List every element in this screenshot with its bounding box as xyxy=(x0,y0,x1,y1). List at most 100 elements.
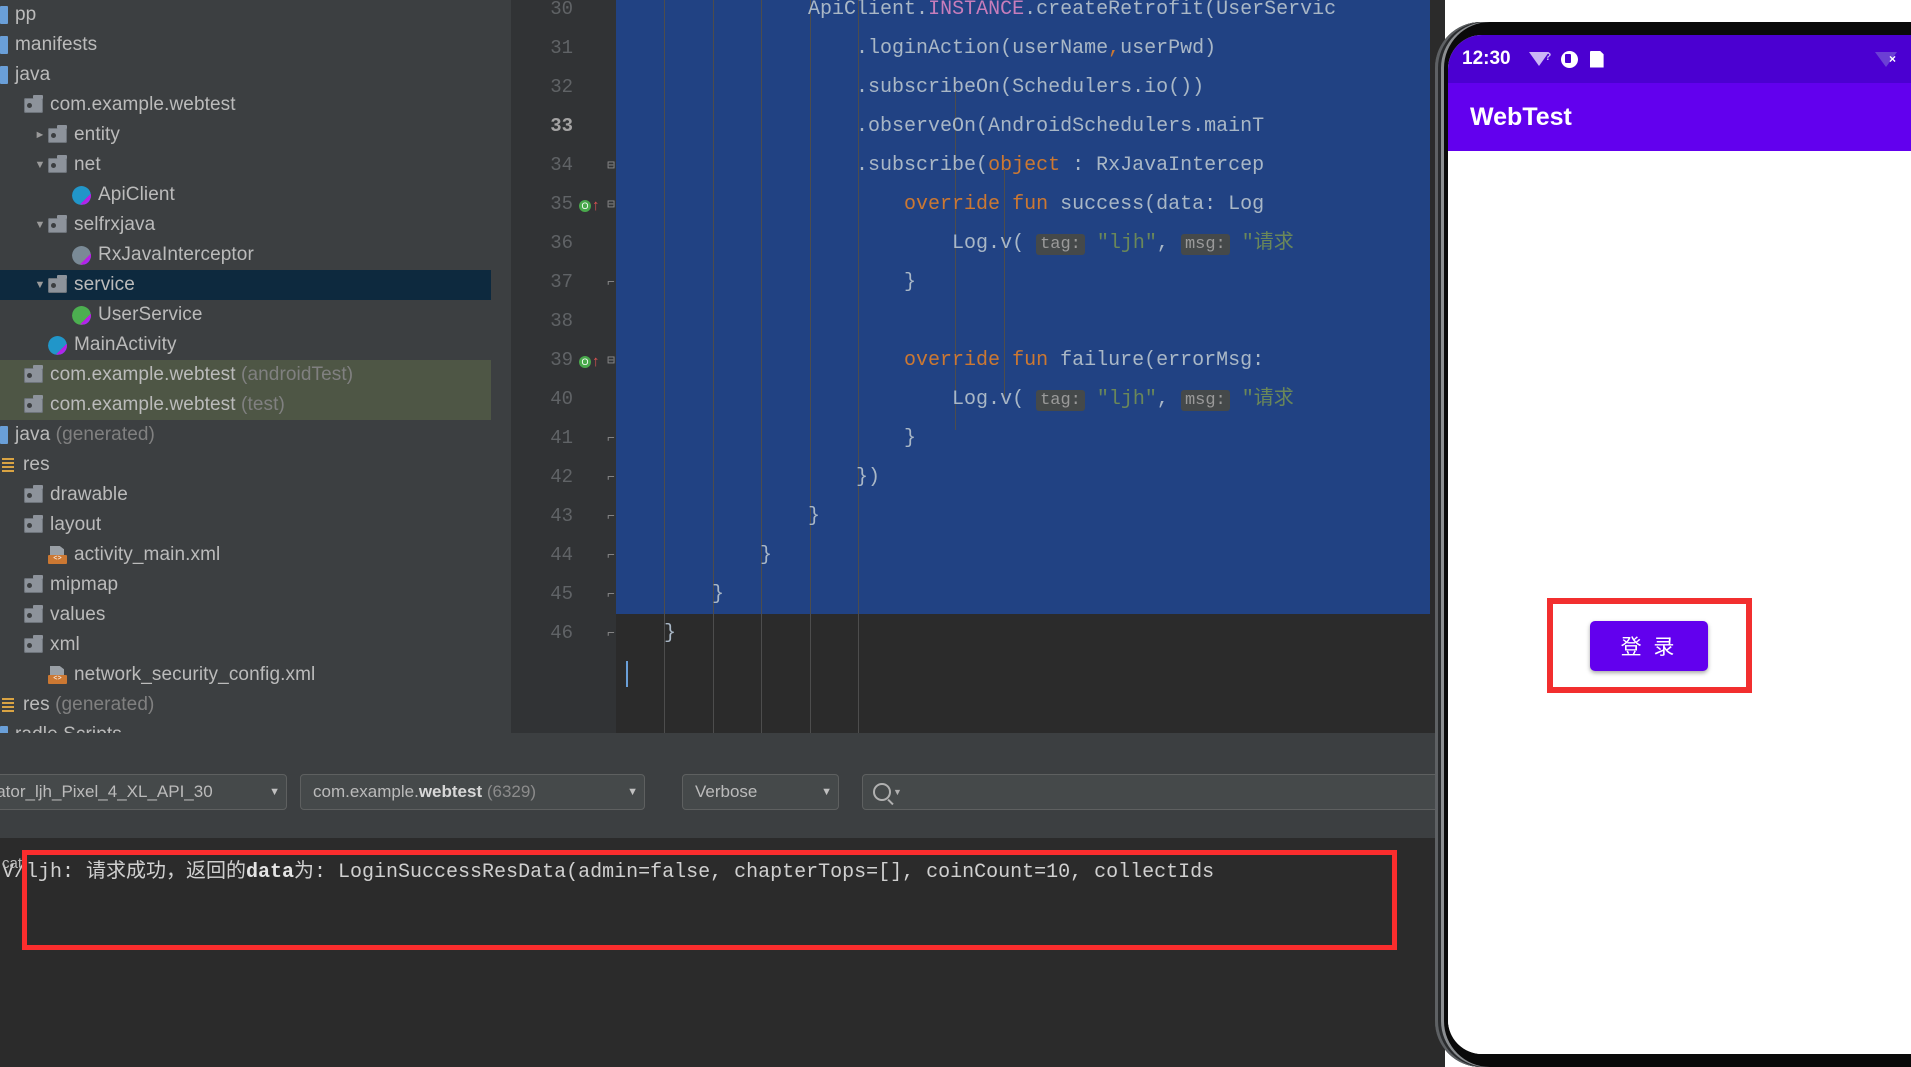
tree-item-com-example-webtest[interactable]: ▼com.example.webtest (test) xyxy=(0,390,491,420)
tree-item-label: pp xyxy=(15,4,37,25)
tree-item-radle-scripts[interactable]: ▼radle Scripts xyxy=(0,720,491,733)
line-number: 41 xyxy=(550,427,573,449)
line-number: 38 xyxy=(550,310,573,332)
arrow-up-icon[interactable]: ↑ xyxy=(592,342,600,381)
tree-item-label: radle Scripts xyxy=(15,724,122,733)
line-number: 39 xyxy=(550,349,573,371)
device-selector[interactable]: ulator_ljh_Pixel_4_XL_API_30 ▼ xyxy=(0,774,287,810)
tree-item-label: xml xyxy=(50,634,80,655)
gutter-marker[interactable]: O ↑ xyxy=(579,185,601,224)
tree-item-label: res xyxy=(23,454,50,475)
tree-item-pp[interactable]: ▼pp xyxy=(0,0,491,30)
tree-item-label: com.example.webtest xyxy=(50,94,236,115)
line-number: 46 xyxy=(550,622,573,644)
tree-item-drawable[interactable]: ▼drawable xyxy=(0,480,491,510)
phone-screen[interactable]: 12:30 ? × WebTest 登 录 xyxy=(1448,35,1911,1054)
tree-item-rxjavainterceptor[interactable]: ▼RxJavaInterceptor xyxy=(0,240,491,270)
code-line: override fun failure(errorMsg: xyxy=(904,349,1265,372)
emulator-panel: 12:30 ? × WebTest 登 录 xyxy=(1435,0,1911,1067)
tree-item-detail: (generated) xyxy=(49,694,155,715)
chevron-down-icon[interactable]: ▼ xyxy=(32,219,48,231)
code-line: }) xyxy=(616,466,881,489)
code-area[interactable]: 30 ApiClient.INSTANCE.createRetrofit(Use… xyxy=(511,0,1430,733)
login-annotation-box xyxy=(1547,598,1752,693)
tree-item-res[interactable]: ▼res (generated) xyxy=(0,690,491,720)
tree-item-label: MainActivity xyxy=(74,334,177,355)
tree-item-label: com.example.webtest xyxy=(50,364,236,385)
tree-item-java[interactable]: ▼java (generated) xyxy=(0,420,491,450)
chevron-down-icon: ▼ xyxy=(821,786,832,798)
app-toolbar: WebTest xyxy=(1448,83,1911,151)
tree-item-java[interactable]: ▼java xyxy=(0,60,491,90)
tree-item-label: com.example.webtest xyxy=(50,394,236,415)
tree-item-label: drawable xyxy=(50,484,128,505)
tree-item-com-example-webtest[interactable]: ▼com.example.webtest (androidTest) xyxy=(0,360,491,390)
line-number: 30 xyxy=(550,0,573,20)
arrow-up-icon[interactable]: ↑ xyxy=(592,186,600,225)
process-selector[interactable]: com.example.webtest (6329) ▼ xyxy=(300,774,645,810)
override-marker-icon[interactable]: O xyxy=(579,355,591,368)
code-editor[interactable]: 30 ApiClient.INSTANCE.createRetrofit(Use… xyxy=(511,0,1430,733)
chevron-right-icon[interactable]: ► xyxy=(32,129,48,141)
tree-item-values[interactable]: ▼values xyxy=(0,600,491,630)
folder-icon xyxy=(48,154,67,173)
tree-item-com-example-webtest[interactable]: ▼com.example.webtest xyxy=(0,90,491,120)
wifi-unknown-icon: ? xyxy=(1528,51,1551,66)
tree-item-label: entity xyxy=(74,124,121,145)
tree-item-layout[interactable]: ▼layout xyxy=(0,510,491,540)
logcat-search-input[interactable]: ▼ xyxy=(862,774,1445,810)
xml-file-icon: <> xyxy=(48,666,67,684)
tree-item-manifests[interactable]: ▼manifests xyxy=(0,30,491,60)
logcat-tab-label[interactable]: cat xyxy=(2,855,22,872)
kotlin-class-icon xyxy=(72,245,91,265)
process-selector-value: com.example.webtest (6329) xyxy=(313,782,536,801)
tree-item-network-security-config-xml[interactable]: ▼<>network_security_config.xml xyxy=(0,660,491,690)
logcat-panel: ulator_ljh_Pixel_4_XL_API_30 ▼ com.examp… xyxy=(0,733,1445,1067)
code-line: } xyxy=(616,622,677,645)
tree-item-service[interactable]: ▼ service xyxy=(0,270,491,300)
tree-item-xml[interactable]: ▼xml xyxy=(0,630,491,660)
phone-frame: 12:30 ? × WebTest 登 录 xyxy=(1435,22,1911,1067)
code-line: } xyxy=(616,427,917,450)
line-number: 37 xyxy=(550,271,573,293)
tree-item-mainactivity[interactable]: ▼MainActivity xyxy=(0,330,491,360)
code-line: .subscribe(object : RxJavaIntercep xyxy=(616,154,1265,177)
res-icon xyxy=(0,697,16,713)
text-caret xyxy=(626,661,628,687)
chevron-down-icon[interactable]: ▼ xyxy=(32,279,48,291)
kotlin-interface-icon xyxy=(72,305,91,325)
app-content: 登 录 xyxy=(1448,151,1911,1054)
tree-item-label: values xyxy=(50,604,106,625)
tree-item-apiclient[interactable]: ▼ApiClient xyxy=(0,180,491,210)
tree-item-label: network_security_config.xml xyxy=(74,664,316,685)
folder-icon xyxy=(48,274,67,293)
folder-icon xyxy=(48,214,67,233)
gutter-marker[interactable]: O ↑ xyxy=(579,341,601,380)
tree-item-mipmap[interactable]: ▼mipmap xyxy=(0,570,491,600)
tree-item-entity[interactable]: ► entity xyxy=(0,120,491,150)
tree-item-activity-main-xml[interactable]: ▼<>activity_main.xml xyxy=(0,540,491,570)
tree-item-res[interactable]: ▼res xyxy=(0,450,491,480)
tree-item-label: manifests xyxy=(15,34,98,55)
sd-card-icon xyxy=(1589,50,1604,68)
kotlin-class-icon xyxy=(72,185,91,205)
module-icon xyxy=(0,66,8,84)
logcat-output[interactable]: V/ljh: 请求成功，返回的data为: LoginSuccessResDat… xyxy=(0,838,1445,1067)
logcat-tabstrip xyxy=(0,733,1445,763)
device-selector-value: ulator_ljh_Pixel_4_XL_API_30 xyxy=(0,782,213,801)
folder-icon xyxy=(24,574,43,593)
code-line: ApiClient.INSTANCE.createRetrofit(UserSe… xyxy=(616,0,1337,21)
line-number: 42 xyxy=(550,466,573,488)
tree-item-detail: (test) xyxy=(235,394,285,415)
tree-item-userservice[interactable]: ▼UserService xyxy=(0,300,491,330)
status-bar-right-icons: × xyxy=(1875,51,1897,67)
override-marker-icon[interactable]: O xyxy=(579,199,591,212)
chevron-down-icon[interactable]: ▼ xyxy=(32,159,48,171)
tree-item-net[interactable]: ▼ net xyxy=(0,150,491,180)
tree-item-selfrxjava[interactable]: ▼ selfrxjava xyxy=(0,210,491,240)
log-level-selector[interactable]: Verbose ▼ xyxy=(682,774,839,810)
project-tree-panel[interactable]: ▼pp▼manifests▼java▼com.example.webtest►e… xyxy=(0,0,491,733)
folder-icon xyxy=(24,484,43,503)
code-line: } xyxy=(616,544,773,567)
code-line: .loginAction(userName,userPwd) xyxy=(616,37,1217,60)
